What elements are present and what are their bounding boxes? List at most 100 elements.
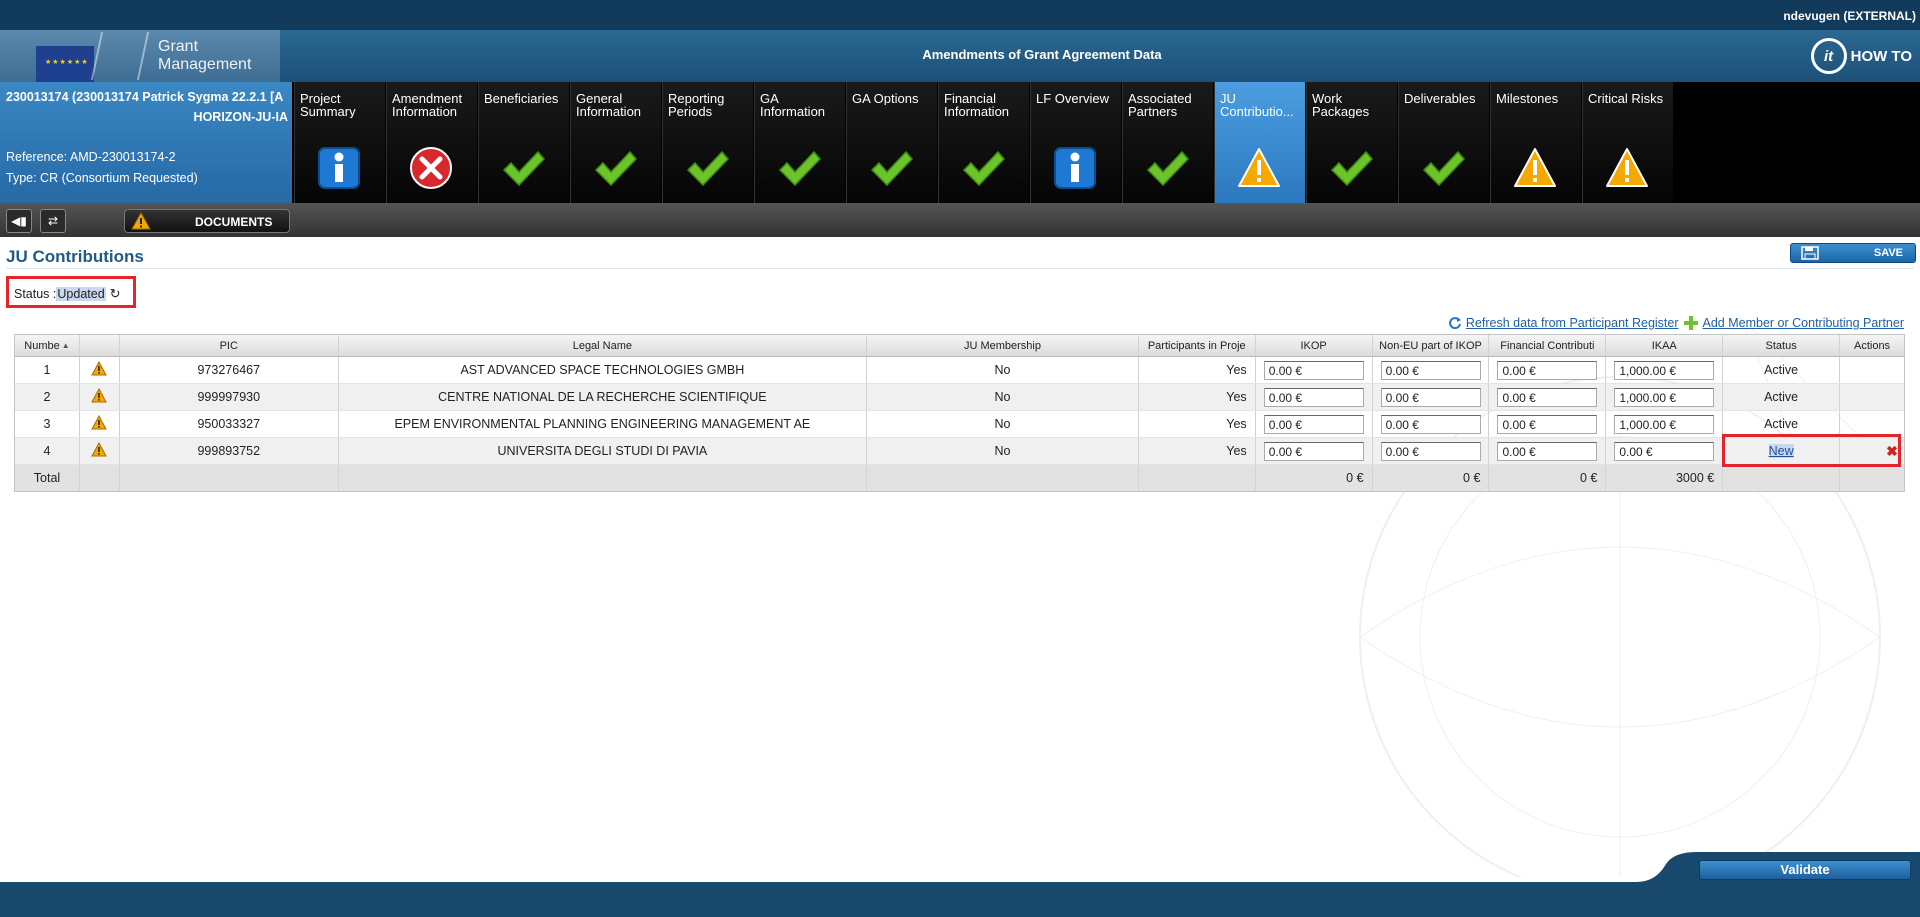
pic-cell: 999997930 [120, 384, 339, 410]
documents-button[interactable]: DOCUMENTS [124, 209, 290, 233]
pic-cell: 950033327 [120, 411, 339, 437]
sort-asc-icon: ▲ [61, 341, 70, 350]
financial-input[interactable]: 0.00 € [1497, 387, 1598, 407]
documents-label: DOCUMENTS [195, 215, 273, 229]
warning-icon[interactable] [91, 360, 108, 379]
table-row[interactable]: 2 999997930 CENTRE NATIONAL DE LA RECHERCH… [15, 384, 1904, 411]
top-bar: ndevugen (EXTERNAL) [0, 0, 1920, 30]
non-eu-ikop-input[interactable]: 0.00 € [1380, 360, 1481, 380]
total-empty-cell [1139, 465, 1256, 491]
user-name[interactable]: ndevugen (EXTERNAL) [1783, 9, 1916, 23]
financial-input-cell: 0.00 € [1489, 438, 1607, 464]
ju-contributions-table: Numbe ▲ PIC Legal Name JU Membership Part… [14, 334, 1905, 492]
warning-icon[interactable] [91, 414, 108, 433]
tab-project-summary[interactable]: Project Summary [294, 82, 385, 203]
new-row-highlight [1722, 434, 1901, 467]
tab-work-packages[interactable]: Work Packages [1306, 82, 1397, 203]
ikop-input-cell: 0.00 € [1256, 438, 1373, 464]
tab-critical-risks[interactable]: Critical Risks [1582, 82, 1673, 203]
project-info-panel: 230013174 (230013174 Patrick Sygma 22.2.… [0, 82, 292, 203]
row-warning-cell [80, 438, 120, 464]
tab-ju-contributio[interactable]: JU Contributio... [1214, 82, 1305, 203]
tab-deliverables[interactable]: Deliverables [1398, 82, 1489, 203]
warning-icon[interactable] [91, 441, 108, 460]
toolbar: ◀▮ ⇄ DOCUMENTS [0, 203, 1920, 237]
tab-ga-options[interactable]: GA Options [846, 82, 937, 203]
check-icon [777, 146, 822, 190]
ikaa-input[interactable]: 1,000.00 € [1614, 387, 1715, 407]
tab-milestones[interactable]: Milestones [1490, 82, 1581, 203]
financial-input[interactable]: 0.00 € [1497, 360, 1598, 380]
financial-input[interactable]: 0.00 € [1497, 441, 1598, 461]
warning-icon[interactable] [91, 387, 108, 406]
ikaa-input[interactable]: 1,000.00 € [1614, 360, 1715, 380]
tab-amendment-information[interactable]: Amendment Information [386, 82, 477, 203]
status-value: Updated [56, 287, 106, 301]
row-warning-cell [80, 411, 120, 437]
tab-associated-partners[interactable]: Associated Partners [1122, 82, 1213, 203]
collapse-panel-button[interactable]: ◀▮ [6, 209, 32, 233]
check-icon [1145, 146, 1190, 190]
check-icon [501, 146, 546, 190]
how-to-button[interactable]: it HOW TO [1810, 37, 1912, 75]
ikop-input[interactable]: 0.00 € [1263, 414, 1364, 434]
row-number: 3 [15, 411, 80, 437]
non-eu-ikop-input[interactable]: 0.00 € [1380, 387, 1481, 407]
col-non-eu-ikop-header[interactable]: Non-EU part of IKOP [1373, 335, 1490, 356]
reset-status-icon[interactable]: ↻ [110, 286, 121, 302]
non-eu-ikop-input[interactable]: 0.00 € [1380, 441, 1481, 461]
col-ju-membership-header[interactable]: JU Membership [867, 335, 1139, 356]
total-empty-cell [1723, 465, 1841, 491]
total-row: Total 0 € 0 € 0 € 3000 € [15, 465, 1904, 491]
col-financial-header[interactable]: Financial Contributi [1489, 335, 1607, 356]
non-eu-ikop-input[interactable]: 0.00 € [1380, 414, 1481, 434]
ikop-input[interactable]: 0.00 € [1263, 441, 1364, 461]
col-ikop-header[interactable]: IKOP [1256, 335, 1373, 356]
col-number-header[interactable]: Numbe ▲ [15, 335, 80, 356]
financial-input[interactable]: 0.00 € [1497, 414, 1598, 434]
ikop-input[interactable]: 0.00 € [1263, 387, 1364, 407]
ikaa-input-cell: 1,000.00 € [1606, 384, 1724, 410]
tab-financial-information[interactable]: Financial Information [938, 82, 1029, 203]
ikop-input[interactable]: 0.00 € [1263, 360, 1364, 380]
participates-cell: Yes [1139, 438, 1256, 464]
col-pic-header[interactable]: PIC [120, 335, 339, 356]
validate-button[interactable]: Validate [1699, 860, 1911, 880]
tab-general-information[interactable]: General Information [570, 82, 661, 203]
table-row[interactable]: 1 973276467 AST ADVANCED SPACE TECHNOLOGIE… [15, 357, 1904, 384]
col-warning-header [80, 335, 120, 356]
how-to-icon: it [1810, 38, 1847, 74]
add-member-link[interactable]: Add Member or Contributing Partner [1703, 316, 1904, 330]
financial-input-cell: 0.00 € [1489, 357, 1607, 383]
col-ikaa-header[interactable]: IKAA [1606, 335, 1724, 356]
tab-label: Milestones [1496, 92, 1559, 105]
tab-label: Work Packages [1312, 92, 1370, 118]
col-legal-name-header[interactable]: Legal Name [339, 335, 868, 356]
ikaa-input[interactable]: 1,000.00 € [1614, 414, 1715, 434]
tab-reporting-periods[interactable]: Reporting Periods [662, 82, 753, 203]
toggle-view-button[interactable]: ⇄ [40, 209, 66, 233]
table-actions: Refresh data from Participant Register A… [1448, 314, 1904, 332]
table-row[interactable]: 3 950033327 EPEM ENVIRONMENTAL PLANNING EN… [15, 411, 1904, 438]
title-divider [6, 268, 1914, 269]
row-warning-cell [80, 357, 120, 383]
refresh-data-link[interactable]: Refresh data from Participant Register [1466, 316, 1679, 330]
ikaa-input-cell: 1,000.00 € [1606, 411, 1724, 437]
financial-input-cell: 0.00 € [1489, 411, 1607, 437]
collapse-icon: ◀▮ [11, 214, 27, 228]
tab-lf-overview[interactable]: LF Overview [1030, 82, 1121, 203]
non-eu-ikop-input-cell: 0.00 € [1373, 357, 1490, 383]
footer-bar [0, 882, 1920, 917]
total-empty-cell [339, 465, 868, 491]
col-status-header[interactable]: Status [1723, 335, 1841, 356]
tab-label: LF Overview [1036, 92, 1109, 105]
ikaa-input[interactable]: 0.00 € [1614, 441, 1715, 461]
table-row[interactable]: 4 999893752 UNIVERSITA DEGLI STUDI DI PAVI… [15, 438, 1904, 465]
col-participates-header[interactable]: Participants in Proje [1139, 335, 1256, 356]
save-button[interactable]: SAVE [1790, 243, 1916, 263]
tab-beneficiaries[interactable]: Beneficiaries [478, 82, 569, 203]
actions-cell [1840, 357, 1904, 383]
tab-label: Project Summary [300, 92, 356, 118]
tab-ga-information[interactable]: GA Information [754, 82, 845, 203]
project-programme: HORIZON-JU-IA [193, 110, 288, 124]
